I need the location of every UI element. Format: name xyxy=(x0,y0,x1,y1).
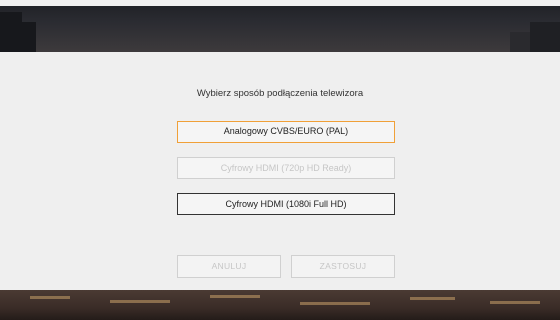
apply-button: ZASTOSUJ xyxy=(291,255,395,278)
background-city-top xyxy=(0,0,560,52)
top-bar xyxy=(0,0,560,6)
tv-screen: Wybierz sposób podłączenia telewizora An… xyxy=(0,0,560,320)
option-analog-cvbs[interactable]: Analogowy CVBS/EURO (PAL) xyxy=(177,121,395,143)
option-hdmi-1080i[interactable]: Cyfrowy HDMI (1080i Full HD) xyxy=(177,193,395,215)
cancel-button: ANULUJ xyxy=(177,255,281,278)
background-city-bottom xyxy=(0,290,560,320)
connection-dialog: Wybierz sposób podłączenia telewizora An… xyxy=(0,52,560,290)
option-hdmi-720p: Cyfrowy HDMI (720p HD Ready) xyxy=(177,157,395,179)
dialog-title: Wybierz sposób podłączenia telewizora xyxy=(196,88,364,99)
